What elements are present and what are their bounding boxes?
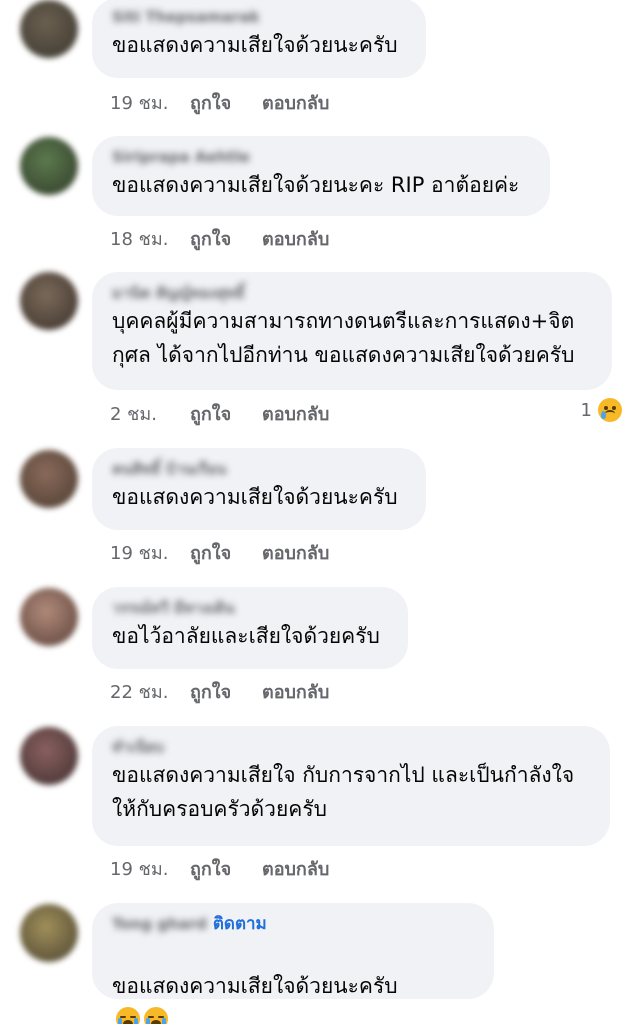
comment-author[interactable]: มานิต สัญญ์ทองสุทธิ์ [112,282,592,304]
comment-text: ขอแสดงความเสียใจ กับการจากไป และเป็นกำลั… [112,763,575,821]
comment-bubble: Siriprapa Aehtle ขอแสดงความเสียใจด้วยนะค… [92,136,550,216]
comment-text: ขอแสดงความเสียใจด้วยนะครับ [112,935,474,1024]
comment-actions: 18 ชม. ถูกใจ ตอบกลับ [110,225,329,251]
avatar[interactable] [20,272,78,330]
comment-actions: 19 ชม. ถูกใจ ตอบกลับ [110,89,329,115]
comment-actions: 2 ชม. ถูกใจ ตอบกลับ [110,400,329,426]
comment-author[interactable]: Siti Thepsamarak [112,6,406,28]
comment-time[interactable]: 19 ชม. [110,88,190,117]
reaction-count: 1 [580,399,592,421]
comment-time[interactable]: 2 ชม. [110,399,190,428]
comment-author[interactable]: วรรณ์ทวี มีทางเดิน [112,597,388,619]
comment-time[interactable]: 22 ชม. [110,677,190,706]
like-button[interactable]: ถูกใจ [190,854,262,883]
reply-button[interactable]: ตอบกลับ [262,538,329,567]
reply-button[interactable]: ตอบกลับ [262,224,329,253]
reply-button[interactable]: ตอบกลับ [262,854,329,883]
avatar[interactable] [20,137,78,195]
comment-actions: 22 ชม. ถูกใจ ตอบกลับ [110,678,329,704]
like-button[interactable]: ถูกใจ [190,538,262,567]
comment-bubble: วรรณ์ทวี มีทางเดิน ขอไว้อาลัยและเสียใจด้… [92,587,408,669]
avatar[interactable] [20,0,78,58]
avatar[interactable] [20,904,78,962]
follow-button[interactable]: ติดตาม [213,914,267,934]
comment-bubble: มานิต สัญญ์ทองสุทธิ์ บุคคลผู้มีความสามาร… [92,272,612,390]
comment-time[interactable]: 19 ชม. [110,854,190,883]
like-button[interactable]: ถูกใจ [190,677,262,706]
comment-text: ขอไว้อาลัยและเสียใจด้วยครับ [112,624,380,648]
comment-author[interactable]: ทำเนียบ [112,736,590,758]
comment-author[interactable]: Siriprapa Aehtle [112,146,530,168]
comment-bubble: ทำเนียบ ขอแสดงความเสียใจ กับการจากไป และ… [92,726,610,846]
avatar[interactable] [20,588,78,646]
comment-bubble: Siti Thepsamarak ขอแสดงความเสียใจด้วยนะค… [92,0,426,78]
comment-text: ขอแสดงความเสียใจด้วยนะคะ RIP อาต้อยค่ะ [112,173,520,197]
comment-author[interactable]: คนสิทธิ์ บ้านเรือน [112,458,406,480]
avatar[interactable] [20,727,78,785]
comment-actions: 19 ชม. ถูกใจ ตอบกลับ [110,855,329,881]
comment-author[interactable]: Tong ghard ติดตาม [112,913,474,935]
comment-text: ขอแสดงความเสียใจด้วยนะครับ [112,33,398,57]
reply-button[interactable]: ตอบกลับ [262,399,329,428]
comment-bubble: คนสิทธิ์ บ้านเรือน ขอแสดงความเสียใจด้วยน… [92,448,426,530]
reply-button[interactable]: ตอบกลับ [262,88,329,117]
comment-bubble: Tong ghard ติดตาม ขอแสดงความเสียใจด้วยนะค… [92,903,494,1024]
comment-thread: Siti Thepsamarak ขอแสดงความเสียใจด้วยนะค… [0,0,640,1024]
comment-time[interactable]: 18 ชม. [110,224,190,253]
reply-button[interactable]: ตอบกลับ [262,677,329,706]
comment-text: ขอแสดงความเสียใจด้วยนะครับ [112,485,398,509]
sad-face-icon [598,398,622,422]
loudly-crying-face-icon [144,1007,168,1024]
comment-text: บุคคลผู้มีความสามารถทางดนตรีและการแสดง+จ… [112,309,575,367]
reaction-summary[interactable]: 1 [581,398,622,422]
like-button[interactable]: ถูกใจ [190,88,262,117]
like-button[interactable]: ถูกใจ [190,399,262,428]
comment-actions: 19 ชม. ถูกใจ ตอบกลับ [110,539,329,565]
like-button[interactable]: ถูกใจ [190,224,262,253]
comment-time[interactable]: 19 ชม. [110,538,190,567]
loudly-crying-face-icon [116,1007,140,1024]
avatar[interactable] [20,450,78,508]
